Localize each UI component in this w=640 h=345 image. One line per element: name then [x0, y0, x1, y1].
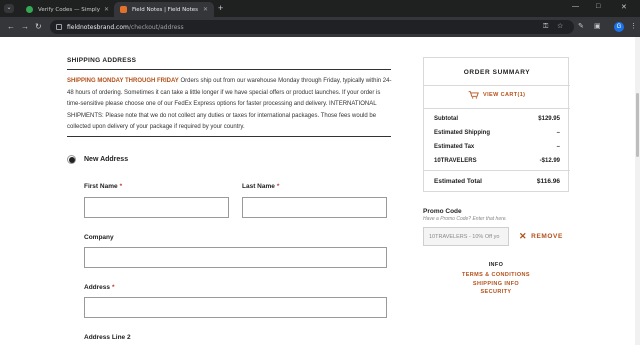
browser-tab-strip: ⌄ Verify Codes — SimplyCodes ✕ Field Not… [0, 0, 640, 17]
new-address-label: New Address [84, 156, 129, 163]
shipping-notice-text: Orders ship out from our warehouse Monda… [67, 78, 392, 130]
reload-icon[interactable]: ↻ [35, 21, 42, 33]
password-key-icon[interactable]: ⚿ [543, 23, 548, 31]
scrollbar-thumb[interactable] [636, 93, 639, 157]
first-name-label: First Name * [84, 183, 123, 190]
shipping-address-title: SHIPPING ADDRESS [67, 57, 137, 64]
extension-icon[interactable]: ✎ [578, 23, 584, 31]
address-bar[interactable]: fieldnotesbrand.com/checkout/address [50, 20, 574, 34]
extensions-puzzle-icon[interactable]: ▣ [594, 23, 601, 31]
maximize-icon[interactable]: □ [596, 3, 600, 10]
browser-menu-icon[interactable]: ⋮ [630, 23, 637, 31]
shipping-notice: Shipping Monday through Friday Orders sh… [67, 76, 392, 134]
site-info-icon[interactable] [56, 24, 62, 30]
company-label: Company [84, 234, 114, 241]
promo-code-title: Promo Code [423, 208, 462, 215]
last-name-input[interactable] [242, 197, 387, 218]
shipping-info-link[interactable]: SHIPPING INFO [455, 280, 537, 289]
tab-title: Verify Codes — SimplyCodes [38, 6, 100, 13]
new-address-radio[interactable] [67, 155, 76, 164]
remove-promo-button[interactable]: ✕ REMOVE [519, 231, 563, 241]
shipping-notice-highlight: Shipping Monday through Friday [67, 78, 179, 84]
forward-icon[interactable]: → [21, 21, 29, 33]
tab-verify-codes[interactable]: Verify Codes — SimplyCodes ✕ [20, 2, 115, 17]
tab-title: Field Notes | Field Notes [132, 6, 199, 13]
page-scrollbar[interactable] [635, 37, 640, 345]
info-links: INFO TERMS & CONDITIONS SHIPPING INFO SE… [455, 262, 537, 297]
section-divider [67, 69, 391, 70]
company-input[interactable] [84, 247, 387, 268]
discount-row: 10TRAVELERS -$12.99 [434, 158, 560, 164]
minimize-icon[interactable]: — [572, 3, 579, 10]
url-text: fieldnotesbrand.com/checkout/address [67, 23, 184, 31]
info-heading: INFO [488, 262, 504, 268]
window-close-icon[interactable]: ✕ [621, 3, 627, 11]
close-tab-icon[interactable]: ✕ [203, 6, 208, 13]
new-tab-icon[interactable]: + [218, 3, 223, 13]
section-divider [67, 136, 391, 137]
back-icon[interactable]: ← [7, 21, 15, 33]
simplycodes-favicon-icon [26, 6, 33, 13]
bookmark-star-icon[interactable]: ☆ [557, 23, 563, 31]
promo-code-hint: Have a Promo Code? Enter that here. [423, 216, 507, 222]
order-summary: ORDER SUMMARY VIEW CART(1) Subtotal $129.… [423, 57, 570, 192]
subtotal-row: Subtotal $129.95 [434, 116, 560, 122]
profile-avatar[interactable]: G [614, 22, 624, 32]
security-link[interactable]: SECURITY [455, 288, 537, 297]
cart-icon [468, 91, 479, 99]
terms-link[interactable]: TERMS & CONDITIONS [455, 271, 537, 280]
tab-field-notes[interactable]: Field Notes | Field Notes ✕ [114, 2, 214, 17]
last-name-label: Last Name * [242, 183, 280, 190]
tax-row: Estimated Tax – [434, 144, 560, 150]
tab-search-button[interactable]: ⌄ [4, 4, 14, 13]
order-summary-title: ORDER SUMMARY [463, 69, 531, 76]
total-row: Estimated Total $116.96 [434, 178, 560, 185]
field-notes-favicon-icon [120, 6, 127, 13]
close-tab-icon[interactable]: ✕ [104, 6, 109, 13]
promo-code-input[interactable]: 10TRAVELERS - 10% Off yo [423, 227, 509, 246]
shipping-row: Estimated Shipping – [434, 130, 560, 136]
first-name-input[interactable] [84, 197, 229, 218]
address-line-2-label: Address Line 2 [84, 334, 131, 341]
view-cart-link[interactable]: VIEW CART(1) [468, 91, 525, 99]
address-input[interactable] [84, 297, 387, 318]
address-label: Address * [84, 284, 115, 291]
checkout-page: SHIPPING ADDRESS Shipping Monday through… [0, 37, 640, 345]
browser-toolbar: ← → ↻ fieldnotesbrand.com/checkout/addre… [0, 17, 640, 37]
close-icon: ✕ [519, 231, 528, 241]
new-address-option[interactable]: New Address [67, 155, 128, 164]
